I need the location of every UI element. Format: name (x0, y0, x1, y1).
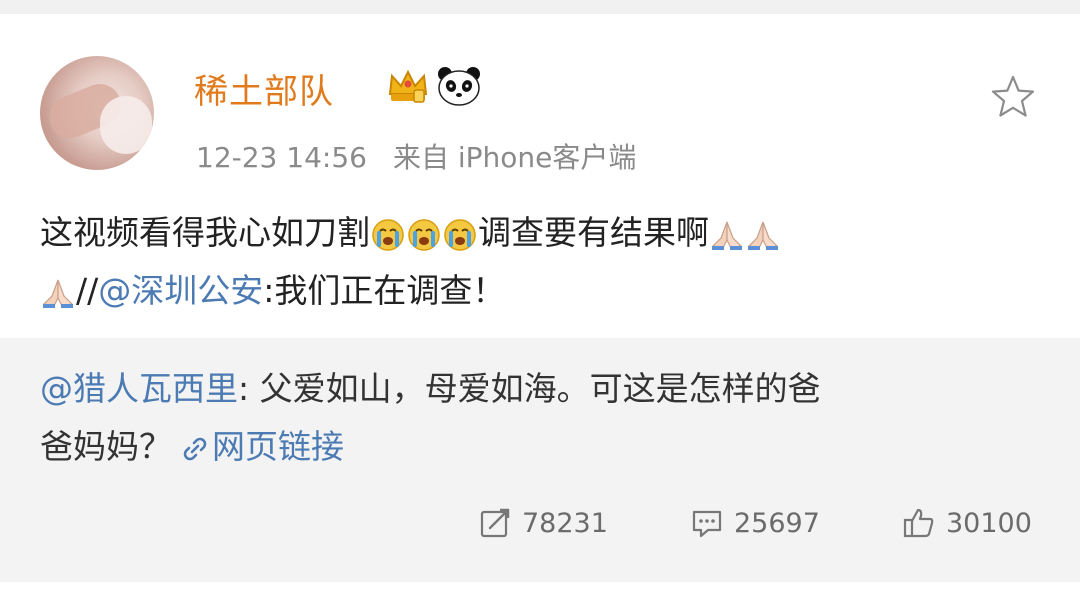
web-link[interactable]: 网页链接 (212, 427, 344, 466)
avatar[interactable] (40, 56, 154, 170)
crying-emoji-icon (408, 218, 440, 251)
post-body: 这视频看得我心如刀割 调查要有结果啊 //@深圳公安:我们正在调查！ (40, 204, 1040, 320)
comment-count: 25697 (734, 507, 820, 539)
top-divider (0, 0, 1080, 14)
comment-button[interactable]: 25697 (690, 498, 820, 548)
crying-emoji-icon (444, 218, 476, 251)
link-icon (183, 437, 207, 460)
praying-hands-icon (42, 279, 74, 308)
like-button[interactable]: 30100 (902, 498, 1032, 548)
crown-icon (388, 69, 428, 103)
mention-link-shenzhen-police[interactable]: @深圳公安 (98, 271, 263, 310)
repost-icon (480, 508, 510, 538)
repost-separator: // (76, 271, 99, 310)
post-source[interactable]: 来自 iPhone客户端 (393, 141, 636, 174)
avatar-baby-shape (100, 96, 152, 154)
comment-icon (692, 510, 722, 538)
repost-count: 78231 (522, 507, 608, 539)
original-text-line2: 爸妈妈？ (40, 427, 172, 466)
repost-comment: :我们正在调查！ (263, 271, 506, 310)
praying-hands-icon (711, 221, 743, 250)
star-icon[interactable] (988, 72, 1038, 122)
crying-emoji-icon (372, 218, 404, 251)
post-text-part2: 调查要有结果啊 (478, 213, 709, 252)
bottom-spacer (0, 582, 1080, 606)
original-post-box[interactable]: @猎人瓦西里: 父爱如山，母爱如海。可这是怎样的爸 爸妈妈？ 网页链接 78231… (0, 338, 1080, 582)
action-bar: 78231 25697 30100 (0, 498, 1080, 548)
post-time: 12-23 14:56 (196, 141, 367, 174)
praying-hands-icon (747, 221, 779, 250)
original-text-line1: : 父爱如山，母爱如海。可这是怎样的爸 (238, 369, 821, 408)
like-count: 30100 (946, 507, 1032, 539)
panda-icon (438, 67, 480, 106)
post-meta: 12-23 14:56 来自 iPhone客户端 (196, 136, 636, 176)
original-post-text: @猎人瓦西里: 父爱如山，母爱如海。可这是怎样的爸 爸妈妈？ 网页链接 (40, 360, 1050, 476)
post-text-part1: 这视频看得我心如刀割 (40, 213, 370, 252)
thumbs-up-icon (903, 508, 934, 538)
username[interactable]: 稀土部队 (194, 64, 334, 113)
mention-link-original-author[interactable]: @猎人瓦西里 (40, 369, 238, 408)
repost-button[interactable]: 78231 (478, 498, 608, 548)
